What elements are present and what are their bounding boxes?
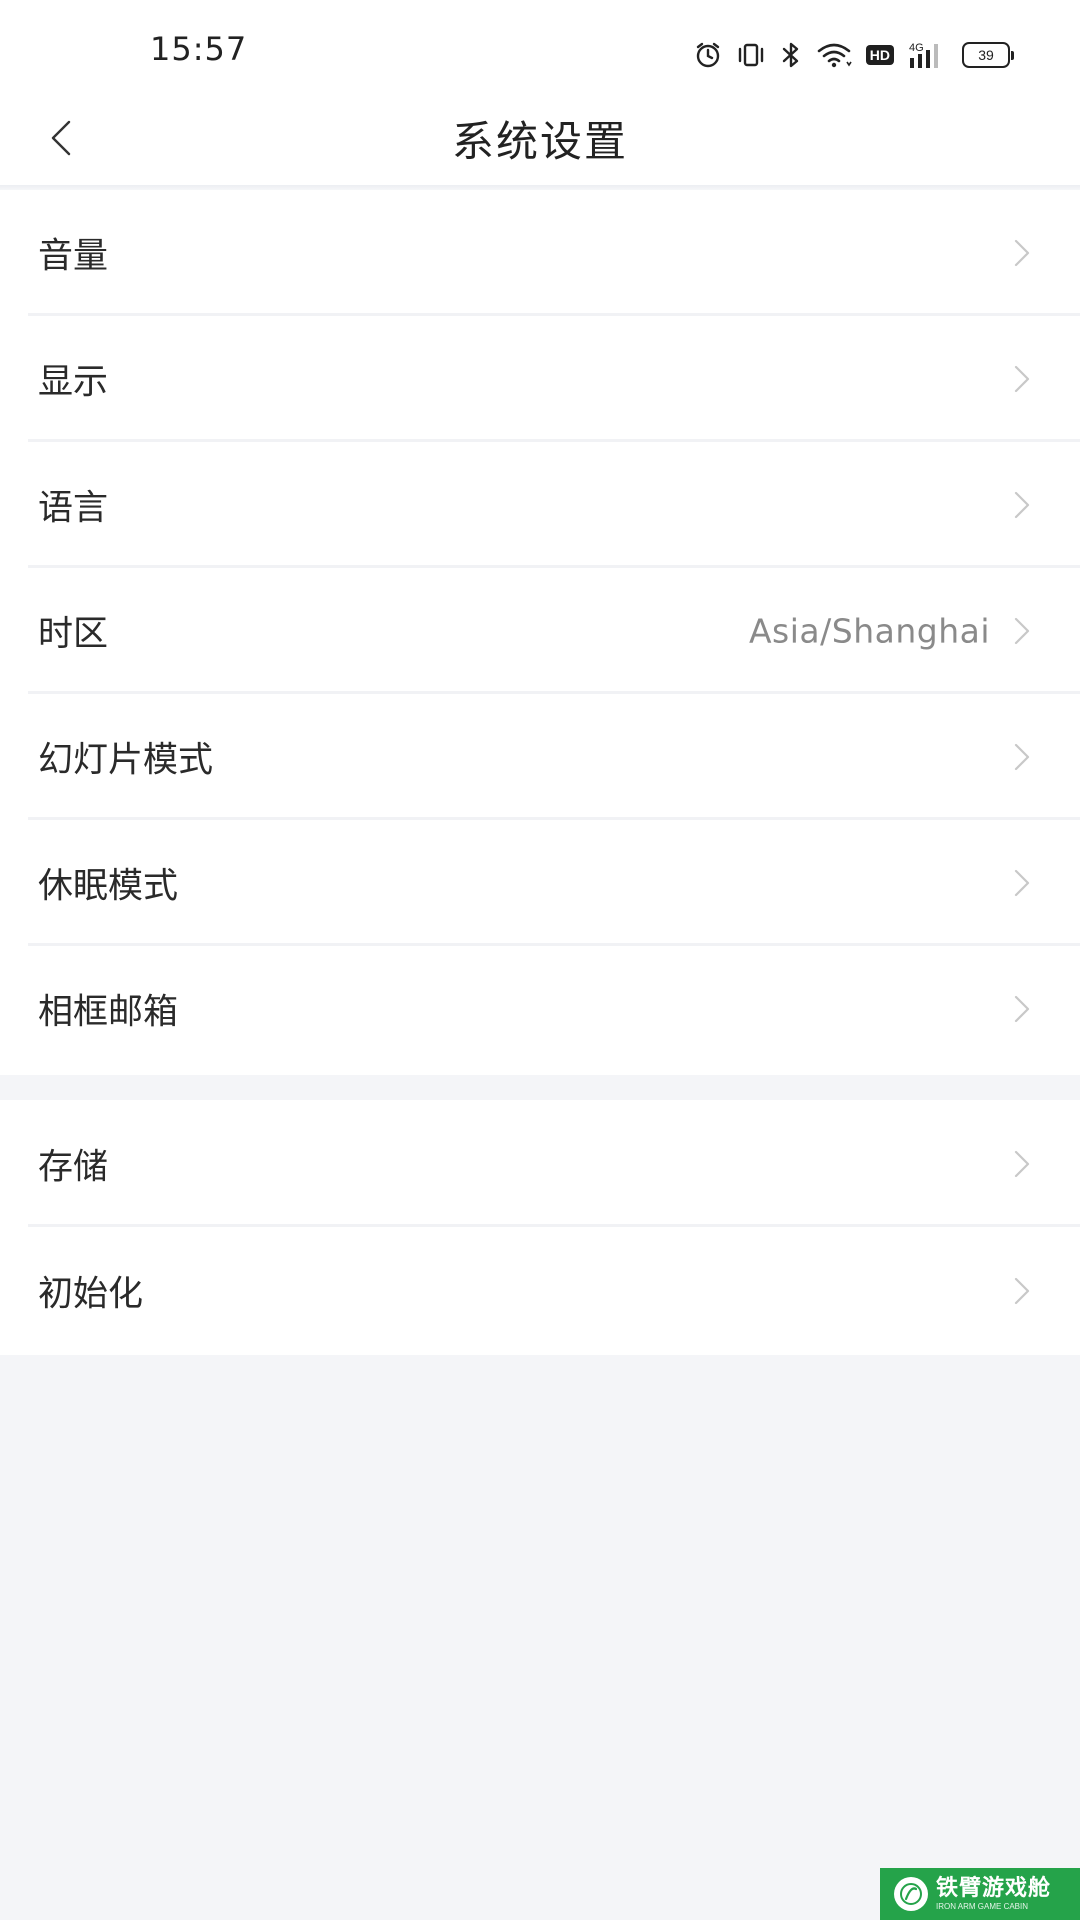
bluetooth-icon xyxy=(780,41,802,69)
timezone-value: Asia/Shanghai xyxy=(748,611,990,651)
settings-row-sleep-mode[interactable]: 休眠模式 xyxy=(0,820,1080,946)
status-time: 15:57 xyxy=(150,30,248,68)
wifi-icon xyxy=(816,41,852,69)
chevron-right-icon xyxy=(1014,743,1030,771)
row-label: 音量 xyxy=(38,236,109,277)
nav-header: 系统设置 xyxy=(0,90,1080,185)
network-label: 4G xyxy=(909,42,924,54)
settings-row-frame-mailbox[interactable]: 相框邮箱 xyxy=(0,946,1080,1072)
row-label: 语言 xyxy=(38,488,109,529)
chevron-right-icon xyxy=(1014,239,1030,267)
hd-icon: HD xyxy=(865,45,894,65)
settings-row-reset[interactable]: 初始化 xyxy=(0,1227,1080,1354)
watermark-logo-icon xyxy=(894,1877,928,1911)
settings-row-slideshow-mode[interactable]: 幻灯片模式 xyxy=(0,694,1080,820)
watermark-main: 铁臂游戏舱 xyxy=(936,1875,1052,1901)
settings-row-display[interactable]: 显示 xyxy=(0,316,1080,442)
row-label: 休眠模式 xyxy=(38,866,179,907)
status-icons: HD 4G 39 xyxy=(694,38,1014,72)
watermark-sub: IRON ARM GAME CABIN xyxy=(936,1901,1029,1911)
chevron-right-icon xyxy=(1014,617,1030,645)
row-label: 时区 xyxy=(38,614,109,655)
settings-row-timezone[interactable]: 时区 Asia/Shanghai xyxy=(0,568,1080,694)
settings-group-general: 音量 显示 语言 时区 Asia/Shanghai 幻灯片模式 休眠模式 相框邮… xyxy=(0,190,1080,1075)
row-label: 相框邮箱 xyxy=(38,992,179,1033)
battery-icon: 39 xyxy=(962,42,1014,68)
row-label: 初始化 xyxy=(38,1274,144,1314)
watermark: 铁臂游戏舱 IRON ARM GAME CABIN xyxy=(880,1868,1080,1920)
chevron-right-icon xyxy=(1014,491,1030,519)
chevron-right-icon xyxy=(1014,869,1030,897)
chevron-right-icon xyxy=(1014,995,1030,1023)
row-label: 存储 xyxy=(38,1147,109,1187)
settings-group-storage: 存储 初始化 xyxy=(0,1100,1080,1355)
row-label: 幻灯片模式 xyxy=(38,740,214,781)
chevron-right-icon xyxy=(1014,1150,1030,1177)
watermark-text: 铁臂游戏舱 IRON ARM GAME CABIN xyxy=(936,1875,1052,1911)
cellular-4g-icon: 4G xyxy=(908,40,948,70)
chevron-right-icon xyxy=(1014,365,1030,393)
vibrate-icon xyxy=(736,42,766,68)
settings-row-language[interactable]: 语言 xyxy=(0,442,1080,568)
settings-row-storage[interactable]: 存储 xyxy=(0,1100,1080,1227)
page-title: 系统设置 xyxy=(451,117,628,166)
alarm-icon xyxy=(694,41,722,69)
chevron-right-icon xyxy=(1014,1277,1030,1304)
row-label: 显示 xyxy=(38,362,109,403)
settings-row-volume[interactable]: 音量 xyxy=(0,190,1080,316)
